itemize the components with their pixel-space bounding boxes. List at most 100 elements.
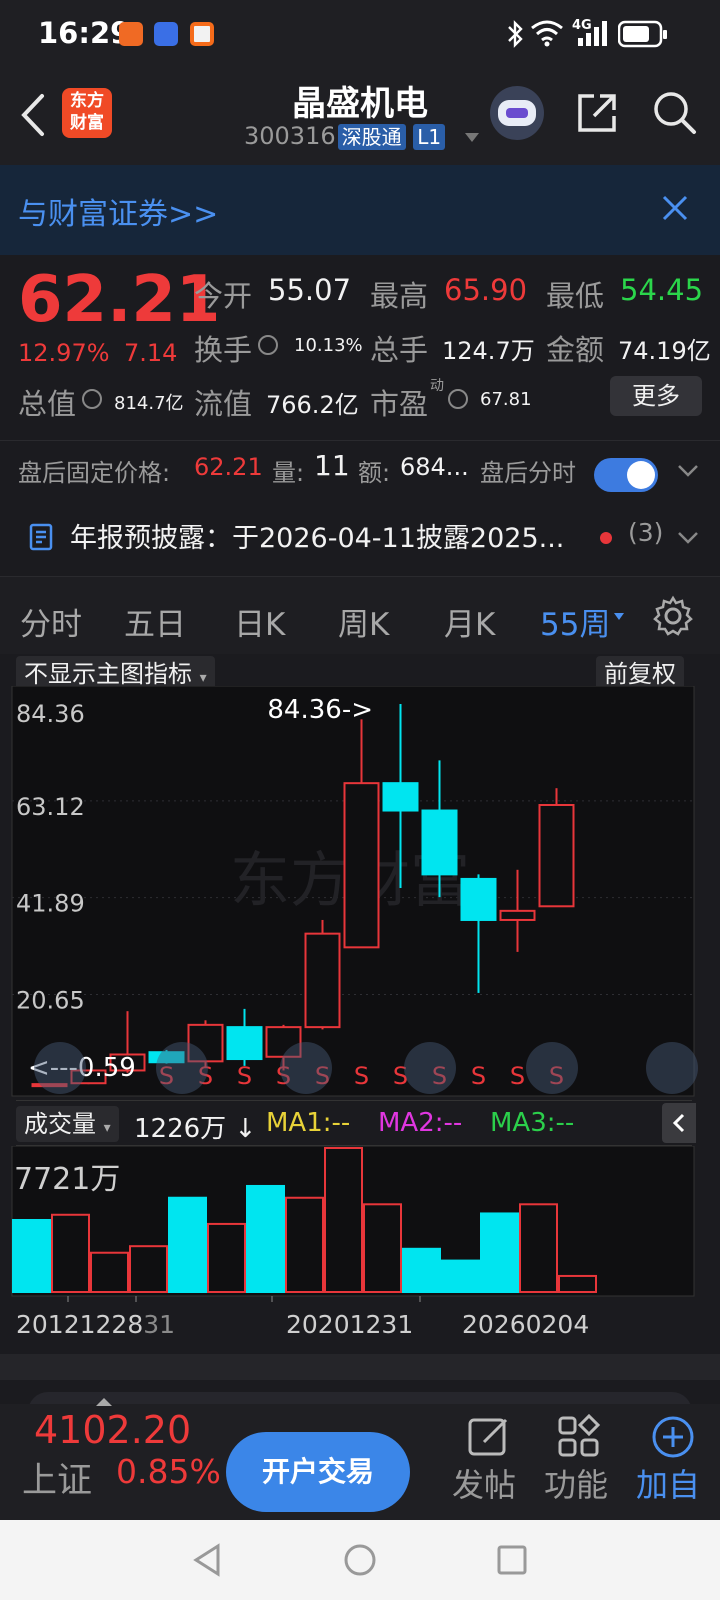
notification-app-icon <box>190 22 214 46</box>
tab-weekly-k[interactable]: 周K <box>338 599 389 644</box>
volume-current: 1226万 ↓ <box>134 1114 257 1144</box>
announcement-count: (3) <box>628 518 664 547</box>
candle <box>538 788 575 908</box>
tab-intraday[interactable]: 分时 <box>20 599 82 644</box>
info-icon[interactable] <box>448 389 468 409</box>
post-label[interactable]: 发帖 <box>452 1460 516 1506</box>
add-circle-icon[interactable] <box>650 1414 696 1460</box>
quote-panel: 62.21 12.97% 7.14 今开 55.07 最高 65.90 最低 5… <box>0 255 720 440</box>
more-button[interactable]: 更多 <box>610 376 702 416</box>
scroll-left-icon[interactable] <box>156 1042 208 1094</box>
y-tick-label: 20.65 <box>16 987 85 1015</box>
document-icon <box>29 523 53 551</box>
connect-tag: 深股通 <box>337 124 406 150</box>
collapse-panel-button[interactable] <box>662 1103 696 1143</box>
unread-dot <box>600 532 612 544</box>
open-value: 55.07 <box>268 273 352 307</box>
fullscreen-icon[interactable] <box>646 1042 698 1094</box>
x-axis-label: 2012122831 <box>16 1310 176 1339</box>
pe-value: 67.81 <box>480 389 532 410</box>
nav-recents-icon[interactable] <box>496 1544 528 1576</box>
candle-body <box>499 909 536 921</box>
candle-body <box>226 1026 263 1061</box>
candle-body <box>343 782 380 949</box>
high-value: 65.90 <box>444 273 528 307</box>
add-watchlist-label[interactable]: 加自 <box>636 1460 700 1506</box>
ma1-label: MA1:-- <box>266 1108 351 1138</box>
volume-bar <box>519 1203 558 1293</box>
dropdown-arrow-icon[interactable] <box>614 613 624 620</box>
y-tick-label: 63.12 <box>16 793 85 821</box>
battery-icon <box>618 20 667 48</box>
candle <box>304 919 341 1030</box>
robot-assistant-icon[interactable] <box>490 86 544 140</box>
banner-text[interactable]: 与财富证券>> <box>18 189 218 233</box>
nav-back-icon[interactable] <box>190 1542 224 1578</box>
next-icon[interactable] <box>526 1042 578 1094</box>
candle-body <box>460 877 497 921</box>
tab-55-week[interactable]: 55周 <box>540 599 610 644</box>
volume-bar <box>246 1184 285 1293</box>
pe-superscript: 动 <box>430 378 444 394</box>
chevron-down-icon[interactable] <box>676 528 700 548</box>
signal-icon <box>578 21 607 46</box>
tab-monthly-k[interactable]: 月K <box>444 599 495 644</box>
promo-banner[interactable]: 与财富证券>> <box>0 165 720 255</box>
signal-marker: S <box>354 1062 369 1090</box>
status-time: 16:29 <box>38 16 131 50</box>
stock-header: 东方 财富 晶盛机电 300316 深股通 L1 <box>0 70 720 165</box>
volume-bar <box>324 1147 363 1293</box>
after-hours-amt: 684... <box>400 453 469 481</box>
index-percent[interactable]: 0.85% <box>116 1452 221 1491</box>
mcap-label: 总值 <box>18 387 77 421</box>
functions-grid-icon[interactable] <box>556 1414 602 1460</box>
candle-body <box>382 782 419 812</box>
open-account-button[interactable]: 开户交易 <box>226 1432 410 1512</box>
gear-icon[interactable] <box>652 595 694 637</box>
share-icon[interactable] <box>574 90 620 136</box>
after-hours-amt-label: 额: <box>358 459 391 487</box>
volume-bar <box>441 1259 480 1293</box>
ma3-label: MA3:-- <box>490 1108 575 1138</box>
x-axis-label: 20260204 <box>462 1310 590 1339</box>
open-label: 今开 <box>194 279 253 313</box>
candlestick-chart[interactable]: 东方财富84.3663.1241.8920.6584.36-><---0.59S… <box>0 686 720 1106</box>
after-hours-toggle[interactable] <box>594 458 658 492</box>
index-name[interactable]: 上证 <box>22 1452 92 1503</box>
volume-bar <box>285 1196 324 1293</box>
prev-icon[interactable] <box>404 1042 456 1094</box>
close-icon[interactable] <box>660 193 690 223</box>
chevron-left-icon <box>672 1113 685 1133</box>
announcement-text[interactable]: 年报预披露：于2026-04-11披露2025... <box>70 516 564 555</box>
y-tick-label: 84.36 <box>16 700 85 728</box>
volume-indicator-selector[interactable]: 成交量 ▾ <box>16 1106 119 1142</box>
level-tag: L1 <box>413 124 446 150</box>
tab-five-day[interactable]: 五日 <box>124 599 186 644</box>
volume-bar <box>51 1213 90 1293</box>
volume-bar <box>168 1196 207 1293</box>
candle-body <box>538 804 575 908</box>
mcap-value: 814.7亿 <box>114 393 184 414</box>
zoom-in-icon[interactable] <box>34 1042 86 1094</box>
pe-label: 市盈 <box>370 387 429 421</box>
dropdown-arrow-icon[interactable] <box>464 132 479 142</box>
volume-bar <box>12 1219 51 1293</box>
edit-post-icon[interactable] <box>466 1414 512 1460</box>
nav-home-icon[interactable] <box>342 1542 378 1578</box>
after-hours-row: 盘后固定价格: 62.21 量: 11 额: 684... 盘后分时 <box>0 440 720 500</box>
search-icon[interactable] <box>650 88 700 138</box>
chevron-down-icon[interactable] <box>676 461 700 481</box>
tab-daily-k[interactable]: 日K <box>234 599 285 644</box>
period-tabs: 分时 五日 日K 周K 月K 55周 <box>0 576 720 654</box>
zoom-out-icon[interactable] <box>280 1042 332 1094</box>
candle-body <box>421 809 458 876</box>
volume-bar <box>480 1212 519 1293</box>
functions-label[interactable]: 功能 <box>544 1460 608 1506</box>
expand-arrow-icon[interactable] <box>96 1398 112 1406</box>
index-value[interactable]: 4102.20 <box>34 1408 191 1452</box>
announcement-row[interactable]: 年报预披露：于2026-04-11披露2025... (3) <box>0 500 720 576</box>
info-icon[interactable] <box>258 335 278 355</box>
info-icon[interactable] <box>82 389 102 409</box>
float-label: 流值 <box>194 387 253 421</box>
signal-marker: S <box>510 1062 525 1090</box>
